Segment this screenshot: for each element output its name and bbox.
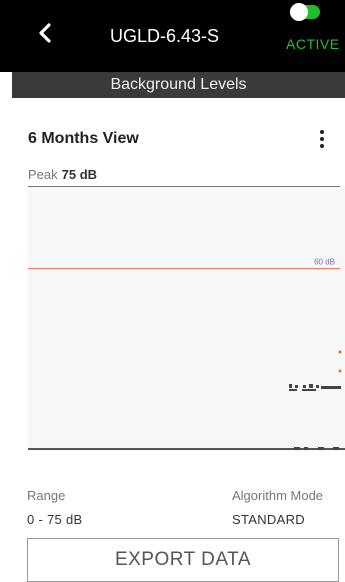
device-title: UGLD-6.43-S xyxy=(110,26,220,46)
kebab-menu-icon[interactable] xyxy=(314,128,330,150)
threshold-label: 60 dB xyxy=(314,258,335,267)
section-header: Background Levels xyxy=(12,72,345,98)
data-point xyxy=(333,447,339,450)
status-label: ACTIVE xyxy=(286,36,340,52)
active-toggle[interactable] xyxy=(290,3,320,21)
data-point xyxy=(321,386,341,389)
data-point xyxy=(289,389,297,391)
export-data-button[interactable]: EXPORT DATA xyxy=(27,538,339,582)
chart-svg: 60 dB xyxy=(28,186,345,451)
section-title: Background Levels xyxy=(110,76,247,93)
data-point xyxy=(289,384,292,388)
kebab-dot xyxy=(320,129,324,134)
data-point xyxy=(302,389,316,391)
back-button[interactable] xyxy=(30,18,60,48)
peak-row: Peak 75 dB xyxy=(28,167,97,182)
chart-background xyxy=(28,186,345,451)
view-title: 6 Months View xyxy=(28,130,139,147)
kebab-dot xyxy=(320,144,324,149)
data-point xyxy=(316,385,319,388)
algorithm-label: Algorithm Mode xyxy=(232,488,324,503)
top-bar: UGLD-6.43-S ACTIVE xyxy=(0,0,345,72)
data-point xyxy=(295,385,298,388)
data-point xyxy=(303,385,306,388)
kebab-dot xyxy=(320,136,324,141)
chevron-left-icon xyxy=(39,23,51,43)
data-point xyxy=(318,447,324,450)
levels-chart: 60 dB xyxy=(0,186,345,456)
data-point xyxy=(304,447,308,450)
peak-value: 75 dB xyxy=(61,167,98,182)
range-label: Range xyxy=(27,488,66,503)
threshold-marker xyxy=(338,350,342,354)
toggle-knob xyxy=(290,3,308,21)
data-point xyxy=(294,447,300,450)
data-point xyxy=(309,384,313,388)
algorithm-value: STANDARD xyxy=(232,512,305,527)
threshold-marker xyxy=(338,369,342,373)
range-value: 0 - 75 dB xyxy=(27,512,83,527)
export-data-label: EXPORT DATA xyxy=(114,549,252,570)
peak-label: Peak xyxy=(28,167,58,182)
